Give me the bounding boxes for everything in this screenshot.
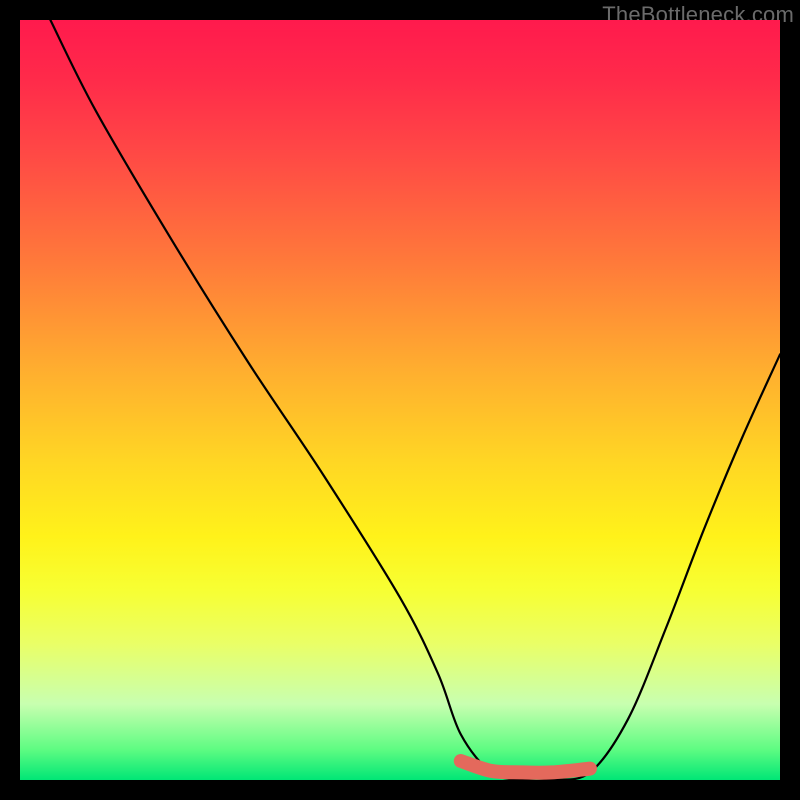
plot-area: [20, 20, 780, 780]
curve-layer: [20, 20, 780, 780]
chart-stage: TheBottleneck.com: [0, 0, 800, 800]
bottleneck-curve-path: [50, 20, 780, 780]
optimal-zone-path: [461, 761, 590, 773]
